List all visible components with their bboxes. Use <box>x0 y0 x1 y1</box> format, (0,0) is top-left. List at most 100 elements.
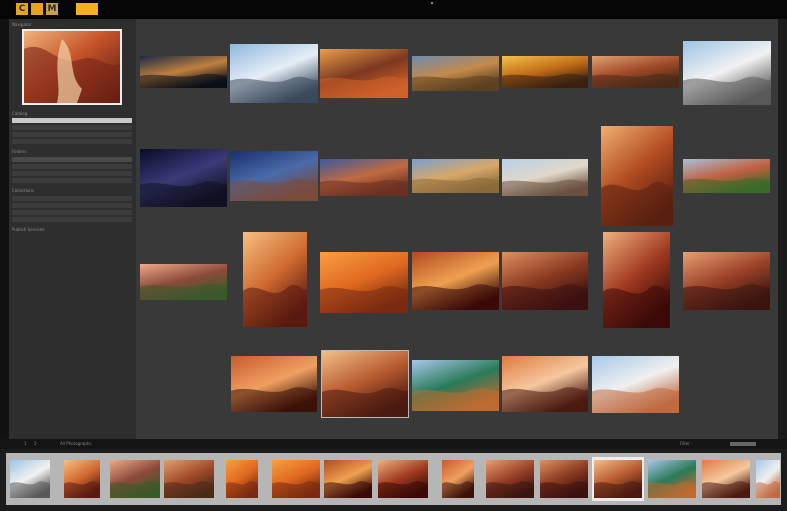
grid-thumbnail[interactable] <box>502 252 588 310</box>
catalog-row[interactable] <box>12 125 132 130</box>
grid-thumbnail[interactable] <box>230 44 318 103</box>
grid-thumbnail[interactable] <box>683 159 770 193</box>
grid-thumbnail-image <box>140 56 227 88</box>
filmstrip-thumbnail[interactable] <box>272 460 320 498</box>
folders-header[interactable]: Folders <box>12 149 26 154</box>
grid-thumbnail[interactable] <box>412 360 499 411</box>
grid-thumbnail-image <box>502 252 588 310</box>
grid-thumbnail-image <box>502 356 588 412</box>
grid-thumbnail-image <box>320 49 408 98</box>
panel-arrow-icon[interactable] <box>431 2 433 4</box>
toolbar-button-middle[interactable] <box>31 3 43 15</box>
filmstrip-thumbnail-image <box>486 460 534 498</box>
grid-thumbnail[interactable] <box>502 159 588 196</box>
grid-thumbnail[interactable] <box>601 126 673 226</box>
filmstrip-thumbnail[interactable] <box>442 460 474 498</box>
grid-thumbnail-image <box>592 56 679 88</box>
grid-thumbnail[interactable] <box>230 151 318 201</box>
filmstrip-thumbnail-image <box>10 460 50 498</box>
grid-thumbnail[interactable] <box>140 264 227 300</box>
filmstrip-thumbnail-image <box>756 460 780 498</box>
grid-thumbnail-image <box>502 56 588 88</box>
filmstrip-thumbnail-image <box>110 460 160 498</box>
grid-thumbnail-image <box>592 356 679 413</box>
filmstrip-thumbnail[interactable] <box>10 460 50 498</box>
filmstrip-thumbnail-image <box>594 460 642 498</box>
folder-row[interactable] <box>12 171 132 176</box>
collections-header[interactable]: Collections <box>12 188 34 193</box>
grid-thumbnail-image <box>140 149 227 207</box>
grid-thumbnail[interactable] <box>592 356 679 413</box>
grid-thumbnail[interactable] <box>412 159 499 193</box>
grid-thumbnail[interactable] <box>320 252 408 313</box>
collection-row[interactable] <box>12 217 132 222</box>
grid-thumbnail-image <box>412 56 499 91</box>
grid-thumbnail[interactable] <box>140 149 227 207</box>
filmstrip-thumbnail-image <box>272 460 320 498</box>
filmstrip-thumbnail[interactable] <box>486 460 534 498</box>
page-2-button[interactable]: 2 <box>34 439 37 449</box>
collection-row[interactable] <box>12 210 132 215</box>
folder-volume[interactable] <box>12 157 132 162</box>
catalog-row[interactable] <box>12 139 132 144</box>
photo-grid <box>136 19 778 439</box>
grid-thumbnail[interactable] <box>321 350 409 418</box>
page-1-button[interactable]: 1 <box>24 439 27 449</box>
grid-thumbnail-image <box>320 252 408 313</box>
grid-thumbnail-image <box>683 159 770 193</box>
filmstrip-thumbnail[interactable] <box>164 460 214 498</box>
filter-flags[interactable] <box>730 442 756 446</box>
filmstrip-thumbnail[interactable] <box>594 460 642 498</box>
navigator-image <box>24 31 120 103</box>
filmstrip-thumbnail[interactable] <box>64 460 100 498</box>
folder-row[interactable] <box>12 178 132 183</box>
grid-thumbnail[interactable] <box>683 41 771 105</box>
filmstrip-thumbnail-image <box>378 460 428 498</box>
filmstrip-thumbnail[interactable] <box>756 460 780 498</box>
grid-thumbnail-image <box>231 356 317 412</box>
right-panel-collapsed[interactable] <box>778 19 787 439</box>
toolbar-button-m[interactable]: M <box>46 3 58 15</box>
filmstrip-thumbnail[interactable] <box>226 460 258 498</box>
grid-thumbnail[interactable] <box>412 252 499 310</box>
grid-thumbnail[interactable] <box>502 56 588 88</box>
grid-thumbnail-image <box>230 44 318 103</box>
grid-thumbnail[interactable] <box>231 356 317 412</box>
navigator-header[interactable]: Navigator <box>12 22 32 27</box>
grid-thumbnail[interactable] <box>502 356 588 412</box>
filmstrip-thumbnail[interactable] <box>702 460 750 498</box>
grid-thumbnail[interactable] <box>140 56 227 88</box>
toolbar-button-c[interactable]: C <box>16 3 28 15</box>
folder-row[interactable] <box>12 164 132 169</box>
filmstrip-thumbnail-image <box>64 460 100 498</box>
catalog-header[interactable]: Catalog <box>12 111 27 116</box>
grid-thumbnail-image <box>412 360 499 411</box>
filmstrip-thumbnail[interactable] <box>110 460 160 498</box>
filmstrip-thumbnail[interactable] <box>540 460 588 498</box>
grid-thumbnail[interactable] <box>320 49 408 98</box>
grid-thumbnail[interactable] <box>592 56 679 88</box>
grid-thumbnail-image <box>412 159 499 193</box>
filmstrip-thumbnail-image <box>442 460 474 498</box>
grid-thumbnail-image <box>243 232 307 327</box>
grid-thumbnail[interactable] <box>412 56 499 91</box>
grid-thumbnail-image <box>412 252 499 310</box>
catalog-row[interactable] <box>12 132 132 137</box>
grid-thumbnail[interactable] <box>320 159 408 196</box>
grid-thumbnail[interactable] <box>683 252 770 310</box>
collection-row[interactable] <box>12 203 132 208</box>
filmstrip-thumbnail[interactable] <box>648 460 696 498</box>
filmstrip-track <box>6 453 781 505</box>
grid-thumbnail[interactable] <box>243 232 307 327</box>
grid-thumbnail-image <box>502 159 588 196</box>
collection-row[interactable] <box>12 196 132 201</box>
source-info[interactable]: All Photographs <box>60 439 91 449</box>
grid-thumbnail-image <box>683 41 771 105</box>
publish-services-header[interactable]: Publish Services <box>12 227 44 232</box>
grid-thumbnail[interactable] <box>603 232 670 328</box>
grid-thumbnail-image <box>140 264 227 300</box>
filmstrip-thumbnail[interactable] <box>324 460 372 498</box>
grid-thumbnail-image <box>683 252 770 310</box>
filmstrip-thumbnail[interactable] <box>378 460 428 498</box>
catalog-row-all[interactable] <box>12 118 132 123</box>
